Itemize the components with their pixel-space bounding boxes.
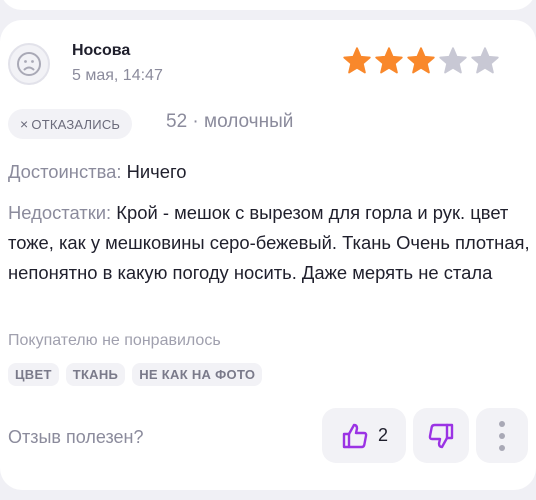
star-filled-icon bbox=[343, 47, 371, 74]
dislike-button[interactable] bbox=[413, 408, 469, 463]
rating-stars bbox=[342, 46, 500, 76]
dislike-tags: ЦВЕТ ТКАНЬ НЕ КАК НА ФОТО bbox=[8, 363, 263, 386]
dislike-title: Покупателю не понравилось bbox=[8, 332, 221, 349]
more-vertical-icon bbox=[499, 420, 505, 451]
status-badge-label: ОТКАЗАЛИСЬ bbox=[31, 116, 121, 132]
pros-section: Достоинства: Ничего bbox=[8, 157, 528, 187]
like-count: 2 bbox=[377, 425, 388, 445]
cons-label: Недостатки: bbox=[8, 202, 112, 223]
like-button[interactable]: 2 bbox=[322, 408, 406, 463]
status-badge: × ОТКАЗАЛИСЬ bbox=[8, 109, 133, 139]
star-empty-icon bbox=[439, 47, 467, 74]
pros-text: Ничего bbox=[126, 161, 187, 182]
more-button[interactable] bbox=[476, 408, 528, 463]
thumbs-down-icon bbox=[428, 423, 454, 448]
pros-label: Достоинства: bbox=[8, 161, 122, 182]
helpful-label: Отзыв полезен? bbox=[8, 427, 144, 447]
author-name: Носова bbox=[72, 42, 131, 59]
dislike-tag: НЕ КАК НА ФОТО bbox=[132, 363, 263, 386]
avatar bbox=[8, 43, 50, 85]
star-filled-icon bbox=[375, 47, 403, 74]
close-icon: × bbox=[20, 116, 29, 132]
dislike-tag: ЦВЕТ bbox=[8, 363, 59, 386]
thumbs-up-icon bbox=[342, 423, 368, 448]
star-filled-icon bbox=[407, 47, 435, 74]
sad-face-icon bbox=[17, 52, 41, 76]
cons-section: Недостатки: Крой - мешок с вырезом для г… bbox=[8, 198, 533, 288]
review-date: 5 мая, 14:47 bbox=[72, 67, 163, 84]
previous-card bbox=[0, 0, 536, 10]
dislike-tag: ТКАНЬ bbox=[65, 363, 126, 386]
star-empty-icon bbox=[471, 47, 499, 74]
product-variant: 52 · молочный bbox=[166, 111, 294, 132]
